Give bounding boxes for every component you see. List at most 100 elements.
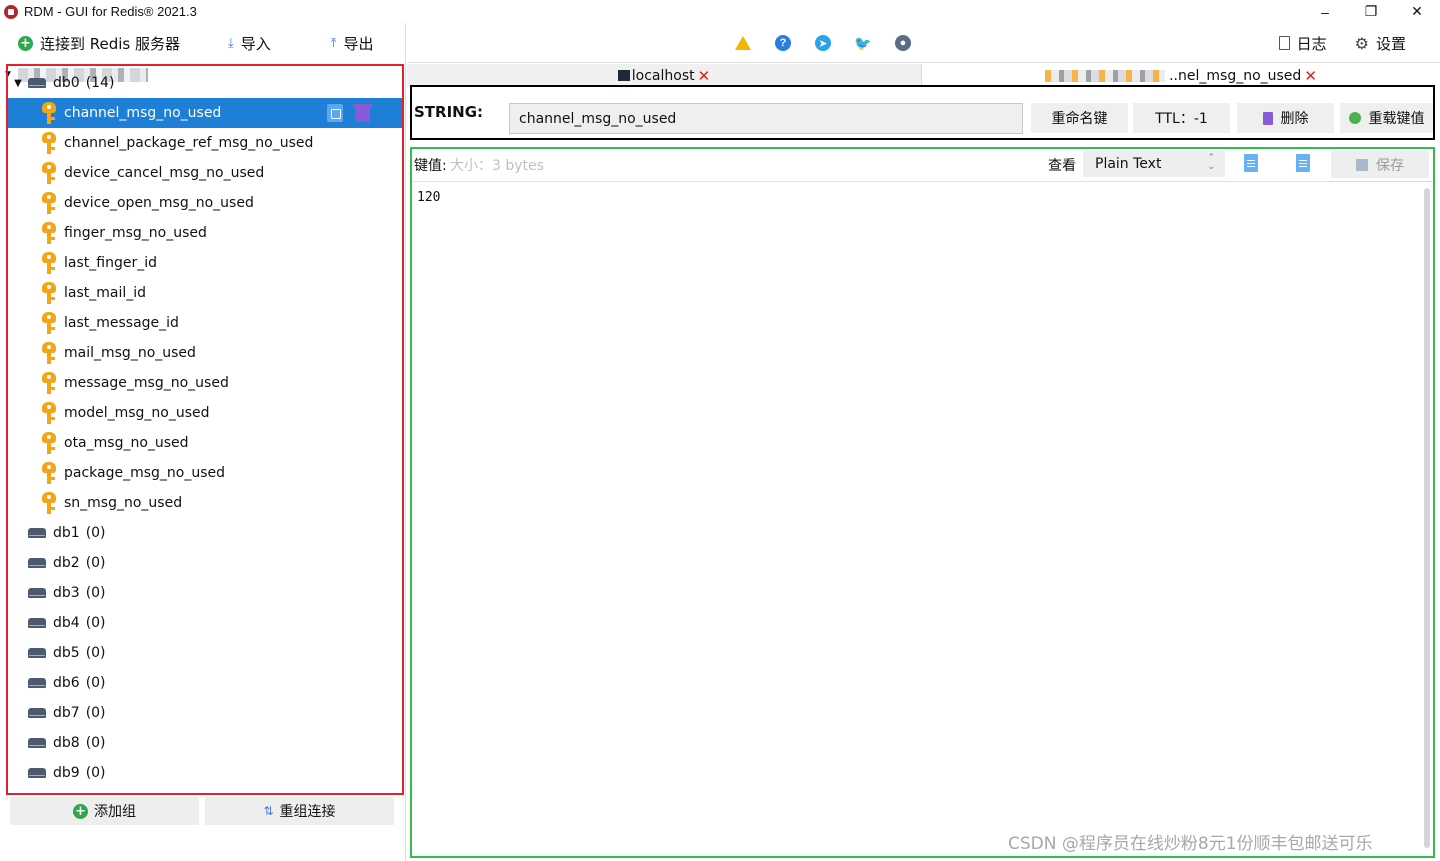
reload-icon (1348, 112, 1361, 124)
db-name: db7 (53, 705, 80, 721)
view-format-select[interactable]: Plain Text ⌃ ⌄ (1083, 151, 1225, 177)
app-logo-icon (4, 4, 18, 19)
tree-db-row[interactable]: db4 (0) (8, 608, 402, 638)
left-toolbar: + 连接到 Redis 服务器 ⤓ 导入 ⤒ 导出 (0, 23, 405, 63)
key-icon (40, 101, 58, 125)
import-icon: ⤓ (228, 35, 234, 51)
database-icon (28, 558, 46, 568)
key-name: message_msg_no_used (64, 375, 229, 391)
tree-db-row[interactable]: db8 (0) (8, 728, 402, 758)
log-label: 日志 (1296, 34, 1327, 53)
connect-server-label: 连接到 Redis 服务器 (40, 34, 181, 53)
key-icon (40, 221, 58, 245)
tree-key-row[interactable]: channel_msg_no_used (8, 98, 402, 128)
key-name: sn_msg_no_used (64, 495, 183, 511)
right-toolbar-buttons: 日志 ⚙ 设置 (1265, 23, 1420, 63)
tree-db-row[interactable]: db1 (0) (8, 518, 402, 548)
tree-key-row[interactable]: sn_msg_no_used (8, 488, 402, 518)
tree-key-row[interactable]: mail_msg_no_used (8, 338, 402, 368)
info-icons: ? ➤ 🐦 ● (735, 35, 911, 51)
key-icon (40, 461, 58, 485)
tree-db-row[interactable]: db5 (0) (8, 638, 402, 668)
tree-key-row[interactable]: model_msg_no_used (8, 398, 402, 428)
tab-bar: localhost ✕ ..nel_msg_no_used ✕ (407, 64, 1440, 87)
database-icon (28, 738, 46, 748)
format-document-icon[interactable] (1296, 154, 1310, 172)
watermark: CSDN @程序员在线炒粉8元1份顺丰包邮送可乐 (1008, 834, 1373, 854)
warning-icon[interactable] (735, 36, 751, 50)
delete-key-button[interactable]: 删除 (1237, 103, 1334, 133)
import-button[interactable]: ⤓ 导入 (218, 23, 281, 63)
key-icon (40, 131, 58, 155)
copy-key-icon[interactable] (327, 104, 343, 122)
tree-db-row[interactable]: db2 (0) (8, 548, 402, 578)
db-name: db9 (53, 765, 80, 781)
add-group-button[interactable]: + 添加组 (10, 797, 199, 825)
value-text[interactable]: 120 (417, 190, 440, 205)
tree-db0[interactable]: ▼ db0 (14) (8, 68, 402, 98)
tree-key-row[interactable]: device_open_msg_no_used (8, 188, 402, 218)
expand-arrow-icon[interactable]: ▼ (12, 78, 24, 89)
add-circle-icon: + (73, 803, 88, 819)
key-icon (40, 161, 58, 185)
value-size: 大小：3 bytes (450, 158, 544, 174)
key-name-field[interactable]: channel_msg_no_used (509, 103, 1023, 134)
github-icon[interactable]: ● (895, 35, 911, 51)
export-button[interactable]: ⤒ 导出 (321, 23, 384, 63)
reload-key-button[interactable]: 重载键值 (1340, 103, 1433, 133)
vertical-scrollbar[interactable] (1424, 188, 1430, 848)
close-tab-icon[interactable]: ✕ (698, 67, 711, 85)
database-icon (28, 588, 46, 598)
connect-server-button[interactable]: + 连接到 Redis 服务器 (0, 23, 190, 63)
add-circle-icon: + (18, 35, 33, 51)
copy-value-icon[interactable] (1244, 154, 1258, 172)
delete-key-icon[interactable] (353, 104, 372, 122)
tree-key-row[interactable]: channel_package_ref_msg_no_used (8, 128, 402, 158)
help-icon[interactable]: ? (775, 35, 791, 51)
tree-db-row[interactable]: db6 (0) (8, 668, 402, 698)
db-key-count: (0) (85, 765, 106, 781)
ttl-button[interactable]: TTL：-1 (1133, 103, 1230, 133)
tree-db-row[interactable]: db7 (0) (8, 698, 402, 728)
view-format-value: Plain Text (1095, 156, 1162, 172)
key-icon (40, 431, 58, 455)
tree-key-row[interactable]: last_message_id (8, 308, 402, 338)
db-key-count: (0) (85, 525, 106, 541)
tree-key-row[interactable]: last_mail_id (8, 278, 402, 308)
tree-db-row[interactable]: db3 (0) (8, 578, 402, 608)
twitter-icon[interactable]: 🐦 (854, 35, 871, 51)
save-button[interactable]: 保存 (1331, 151, 1429, 178)
telegram-icon[interactable]: ➤ (815, 35, 831, 51)
regroup-connections-button[interactable]: ⇅ 重组连接 (205, 797, 394, 825)
key-name: ota_msg_no_used (64, 435, 189, 451)
close-tab-icon[interactable]: ✕ (1304, 67, 1317, 85)
tree-key-row[interactable]: last_finger_id (8, 248, 402, 278)
value-editor: 键值: 大小：3 bytes 查看 Plain Text ⌃ ⌄ 保存 120 (410, 147, 1435, 858)
key-name: model_msg_no_used (64, 405, 210, 421)
tree-key-row[interactable]: message_msg_no_used (8, 368, 402, 398)
settings-button[interactable]: ⚙ 设置 (1341, 23, 1420, 63)
tree-db-row[interactable]: db9 (0) (8, 758, 402, 788)
tree-key-row[interactable]: device_cancel_msg_no_used (8, 158, 402, 188)
export-label: 导出 (343, 34, 374, 53)
tab-key[interactable]: ..nel_msg_no_used ✕ (922, 64, 1440, 87)
log-button[interactable]: 日志 (1265, 23, 1341, 63)
close-window-button[interactable]: ✕ (1394, 0, 1440, 23)
tab-localhost[interactable]: localhost ✕ (407, 64, 922, 87)
database-icon (28, 618, 46, 628)
tree-key-row[interactable]: package_msg_no_used (8, 458, 402, 488)
minimize-button[interactable]: – (1302, 0, 1348, 23)
log-file-icon (1278, 36, 1290, 50)
window-title: RDM - GUI for Redis® 2021.3 (24, 4, 197, 19)
key-name: package_msg_no_used (64, 465, 226, 481)
regroup-label: 重组连接 (279, 804, 336, 820)
restore-button[interactable]: ❐ (1348, 0, 1394, 23)
key-icon (40, 371, 58, 395)
value-label: 键值: (414, 158, 447, 174)
tab-localhost-label: localhost (631, 67, 695, 84)
db-key-count: (0) (85, 735, 106, 751)
tree-key-row[interactable]: finger_msg_no_used (8, 218, 402, 248)
rename-key-button[interactable]: 重命名键 (1031, 103, 1128, 133)
tree-key-row[interactable]: ota_msg_no_used (8, 428, 402, 458)
key-name: mail_msg_no_used (64, 345, 196, 361)
